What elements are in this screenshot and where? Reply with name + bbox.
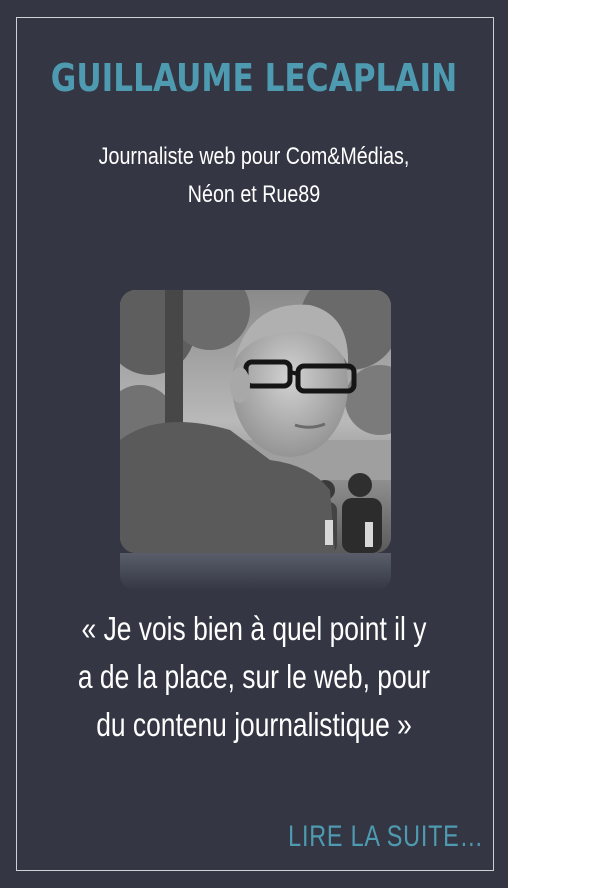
profile-name: GUILLAUME LECAPLAIN: [50, 56, 458, 100]
profile-role-line: Néon et Rue89: [187, 181, 321, 208]
quote-line: a de la place, sur le web, pour: [77, 658, 431, 695]
quote-line: du contenu journalistique »: [96, 706, 412, 743]
profile-role-line: Journaliste web pour Com&Médias,: [98, 143, 410, 170]
photo-reflection: [120, 553, 391, 591]
profile-quote: « Je vois bien à quel point il y a de la…: [30, 605, 478, 749]
quote-line: « Je vois bien à quel point il y: [81, 610, 427, 647]
profile-photo: [120, 290, 391, 553]
read-more-link[interactable]: LIRE LA SUITE…: [288, 820, 484, 854]
profile-role: Journaliste web pour Com&Médias, Néon et…: [40, 138, 468, 214]
profile-card: GUILLAUME LECAPLAIN Journaliste web pour…: [0, 0, 508, 888]
